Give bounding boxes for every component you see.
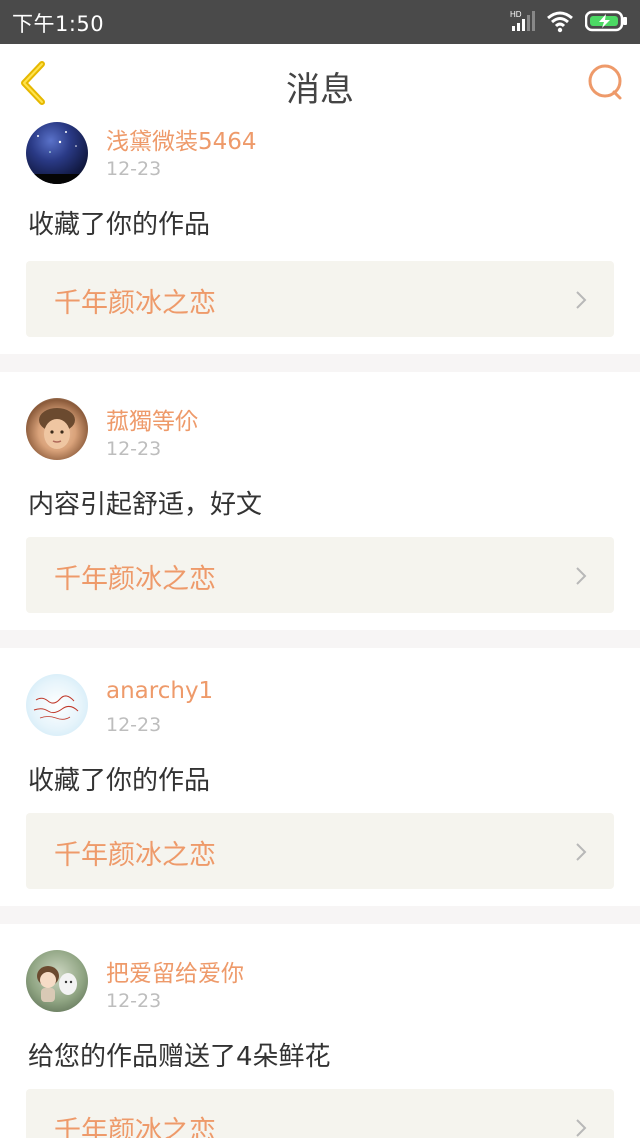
username[interactable]: anarchy1 (106, 678, 213, 704)
status-bar: 下午1:50 HD (0, 0, 640, 44)
username[interactable]: 把爱留给爱你 (106, 954, 244, 988)
notification-feed[interactable]: 浅黛微装5464 12-23 收藏了你的作品 千年颜冰之恋 菰獨等伱 12-23… (0, 122, 640, 1138)
date: 12-23 (106, 158, 162, 180)
work-title: 千年颜冰之恋 (54, 564, 216, 595)
username[interactable]: 菰獨等伱 (106, 402, 198, 436)
night-sky-avatar[interactable] (26, 122, 88, 184)
chevron-right-icon (576, 843, 587, 861)
work-title: 千年颜冰之恋 (54, 840, 216, 871)
work-title: 千年颜冰之恋 (54, 1116, 216, 1138)
handwriting-avatar[interactable] (26, 674, 88, 736)
search-icon[interactable] (586, 62, 626, 102)
signal-icon: HD (510, 10, 535, 31)
page-title: 消息 (286, 70, 354, 110)
date: 12-23 (106, 438, 162, 460)
chevron-right-icon (576, 1119, 587, 1137)
date: 12-23 (106, 990, 162, 1012)
message-text: 收藏了你的作品 (28, 766, 211, 796)
message-text: 收藏了你的作品 (28, 210, 211, 240)
child-portrait-avatar[interactable] (26, 398, 88, 460)
notification-card: 把爱留给爱你 12-23 给您的作品赠送了4朵鲜花 千年颜冰之恋 (0, 924, 640, 1138)
date: 12-23 (106, 714, 162, 736)
notification-card: 菰獨等伱 12-23 内容引起舒适，好文 千年颜冰之恋 (0, 372, 640, 630)
work-link[interactable]: 千年颜冰之恋 (26, 537, 614, 613)
work-link[interactable]: 千年颜冰之恋 (26, 1089, 614, 1138)
notification-card: 浅黛微装5464 12-23 收藏了你的作品 千年颜冰之恋 (0, 122, 640, 354)
battery-icon (585, 10, 627, 32)
navigation-bar: 消息 (0, 44, 640, 123)
username[interactable]: 浅黛微装5464 (106, 122, 257, 156)
network-label: HD (510, 10, 522, 19)
work-title: 千年颜冰之恋 (54, 288, 216, 319)
chevron-right-icon (576, 291, 587, 309)
figurine-avatar[interactable] (26, 950, 88, 1012)
chevron-right-icon (576, 567, 587, 585)
notification-card: anarchy1 12-23 收藏了你的作品 千年颜冰之恋 (0, 648, 640, 906)
message-text: 给您的作品赠送了4朵鲜花 (28, 1042, 331, 1072)
message-text: 内容引起舒适，好文 (28, 490, 263, 520)
work-link[interactable]: 千年颜冰之恋 (26, 813, 614, 889)
wifi-icon (547, 11, 573, 33)
status-time: 下午1:50 (12, 12, 105, 36)
work-link[interactable]: 千年颜冰之恋 (26, 261, 614, 337)
